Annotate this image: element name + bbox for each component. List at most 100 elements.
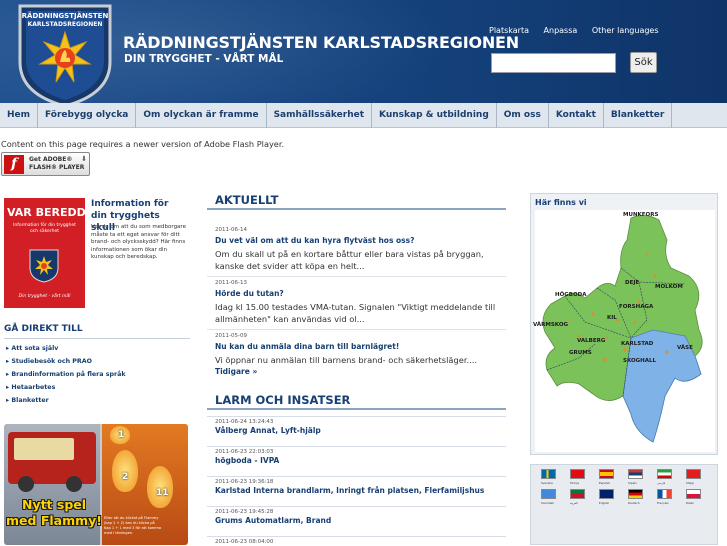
map-label-kil: KIL — [607, 315, 617, 321]
nav-item-prevent[interactable]: Förebygg olycka — [38, 103, 137, 128]
top-link-sitemap[interactable]: Platskarta — [489, 26, 529, 35]
flag-pl-icon[interactable] — [686, 489, 701, 499]
direct-link-sota[interactable]: Att sota själv — [6, 342, 191, 355]
search-input[interactable] — [491, 53, 616, 73]
flag-label: Polski — [686, 501, 694, 505]
alarm-date: 2011-06-23 19:36:18 — [215, 479, 274, 485]
flag-se-icon[interactable] — [541, 469, 556, 479]
download-icon: ⬇ — [81, 155, 87, 163]
news-date: 2011-06-14 — [215, 227, 247, 233]
nav-item-education[interactable]: Kunskap & utbildning — [372, 103, 497, 128]
alarm-heading: LARM OCH INSATSER — [207, 390, 506, 410]
truck-window — [14, 438, 74, 460]
alarm-date: 2011-06-23 22:03:03 — [215, 449, 274, 455]
top-link-languages[interactable]: Other languages — [592, 26, 659, 35]
map-label-varmskog: VÄRMSKOG — [533, 322, 569, 328]
more-news-link[interactable]: Tidigare » — [215, 367, 257, 376]
flag-de-icon[interactable] — [628, 489, 643, 499]
flag-fr-icon[interactable] — [657, 489, 672, 499]
alarm-title[interactable]: Karlstad Interna brandlarm, Inringt från… — [215, 486, 506, 495]
news-title[interactable]: Hörde du tutan? — [215, 289, 505, 301]
level-11-number: 11 — [156, 488, 169, 498]
badge-top-text: RÄDDNINGSTJÄNSTEN — [22, 11, 109, 20]
flag-label: Français — [657, 501, 669, 505]
flash-icon: f — [4, 155, 24, 174]
main-nav: Hem Förebygg olycka Om olyckan är framme… — [0, 103, 727, 128]
nav-item-accident[interactable]: Om olyckan är framme — [136, 103, 267, 128]
alarm-date: 2011-06-24 13:24:43 — [215, 419, 274, 425]
site-subtitle: DIN TRYGGHET - VÅRT MÅL — [124, 53, 284, 65]
flag-so-icon[interactable] — [541, 489, 556, 499]
flag-es-icon[interactable] — [599, 469, 614, 479]
flag-label: Español — [599, 481, 610, 485]
flag-ar-icon[interactable] — [570, 489, 585, 499]
flag-label: English — [599, 501, 610, 505]
direct-link-brandinfo[interactable]: Brandinformation på flera språk — [6, 368, 191, 381]
flame-icon — [112, 450, 138, 492]
flag-label: Shqip — [686, 481, 694, 485]
flag-label: Svenska — [541, 481, 553, 485]
alarm-item: 2011-06-23 19:36:18 Karlstad Interna bra… — [207, 476, 506, 495]
flag-tr-icon[interactable] — [570, 469, 585, 479]
direct-link-blanketter[interactable]: Blanketter — [6, 394, 191, 407]
news-text: Om du skall ut på en kortare båttur elle… — [215, 249, 484, 271]
map-label-forshaga: FORSHAGA — [619, 304, 654, 310]
direct-heading: GÅ DIREKT TILL — [4, 324, 83, 334]
map-heading: Här finns vi — [535, 198, 587, 207]
direct-link-studiebesok[interactable]: Studiebesök och PRAO — [6, 355, 191, 368]
nav-item-forms[interactable]: Blanketter — [604, 103, 673, 128]
alarm-item: 2011-06-24 13:24:43 Vålberg Annat, Lyft-… — [207, 416, 506, 435]
location-box: Här finns vi MUNKFORS HÖGBODA DEJE MOLKO… — [530, 193, 718, 455]
site-header: RÄDDNINGSTJÄNSTEN KARLSTADSREGIONEN RÄDD… — [0, 0, 727, 108]
game-text: Nytt spel med Flammy! — [6, 497, 102, 528]
var-beredd-promo[interactable]: VAR BEREDD! Information för din trygghet… — [4, 198, 91, 308]
news-date: 2011-05-09 — [215, 333, 247, 339]
left-column: VAR BEREDD! Information för din trygghet… — [0, 190, 193, 545]
language-flags: Svenska Türkçe Español Srpski فارسی Shqi… — [530, 464, 718, 545]
flag-rs-icon[interactable] — [628, 469, 643, 479]
nav-item-contact[interactable]: Kontakt — [549, 103, 604, 128]
promo-title: VAR BEREDD! — [7, 206, 91, 219]
map-label-skoghall: SKOGHALL — [623, 358, 657, 364]
region-map[interactable]: MUNKFORS HÖGBODA DEJE MOLKOM FORSHAGA VÄ… — [533, 210, 715, 452]
divider — [207, 276, 506, 277]
map-label-grums: GRUMS — [569, 350, 592, 356]
flag-label: Srpski — [628, 481, 637, 485]
site-title[interactable]: RÄDDNINGSTJÄNSTEN KARLSTADSREGIONEN — [123, 33, 519, 52]
alarm-title[interactable]: Vålberg Annat, Lyft-hjälp — [215, 426, 506, 435]
badge-icon — [29, 249, 59, 283]
flag-al-icon[interactable] — [686, 469, 701, 479]
alarm-title[interactable]: Grums Automatlarm, Brand — [215, 516, 506, 525]
nav-item-home[interactable]: Hem — [0, 103, 39, 128]
news-title[interactable]: Du vet väl om att du kan hyra flytväst h… — [215, 236, 505, 248]
flash-badge-line2: FLASH® PLAYER — [29, 164, 85, 171]
promo-text: Information för din trygghet och säkerhe… — [13, 223, 76, 234]
divider — [207, 329, 506, 330]
map-label-valberg: VALBERG — [577, 338, 606, 344]
alarm-item: 2011-06-23 22:03:03 högboda - IVPA — [207, 446, 506, 465]
flag-ir-icon[interactable] — [657, 469, 672, 479]
alarm-title[interactable]: högboda - IVPA — [215, 456, 506, 465]
news-item: 2011-05-09 Nu kan du anmäla dina barn ti… — [215, 333, 505, 366]
news-date: 2011-06-13 — [215, 280, 247, 286]
flash-message: Content on this page requires a newer ve… — [1, 139, 285, 149]
flammy-game-banner[interactable]: Nytt spel med Flammy! 1 2 11 Efter att d… — [4, 424, 188, 545]
get-flash-button[interactable]: f Get ADOBE® FLASH® PLAYER ⬇ — [1, 152, 90, 176]
top-link-customize[interactable]: Anpassa — [544, 26, 578, 35]
info-text: Vet du om att du som medborgare måste ta… — [91, 224, 186, 260]
badge-bottom-text: KARLSTADSREGIONEN — [28, 21, 103, 28]
flag-gb-icon[interactable] — [599, 489, 614, 499]
nav-item-about[interactable]: Om oss — [497, 103, 549, 128]
level-1-number: 1 — [118, 430, 125, 440]
search-button[interactable]: Sök — [630, 52, 657, 73]
direct-link-hetaarbeten[interactable]: Hetaarbetes — [6, 381, 191, 394]
news-title[interactable]: Nu kan du anmäla dina barn till barnlägr… — [215, 342, 505, 354]
badge-logo-icon[interactable]: RÄDDNINGSTJÄNSTEN KARLSTADSREGIONEN — [16, 2, 114, 108]
flag-label: Soomaali — [541, 501, 554, 505]
alarm-section: LARM OCH INSATSER 2011-06-24 13:24:43 Vå… — [207, 390, 506, 545]
news-item: 2011-06-14 Du vet väl om att du kan hyra… — [215, 227, 505, 272]
map-label-deje: DEJE — [625, 280, 640, 286]
nav-item-society[interactable]: Samhällssäkerhet — [267, 103, 373, 128]
news-item: 2011-06-13 Hörde du tutan? Idag kl 15.00… — [215, 280, 505, 325]
alarm-item: 2011-06-23 19:45:28 Grums Automatlarm, B… — [207, 506, 506, 525]
